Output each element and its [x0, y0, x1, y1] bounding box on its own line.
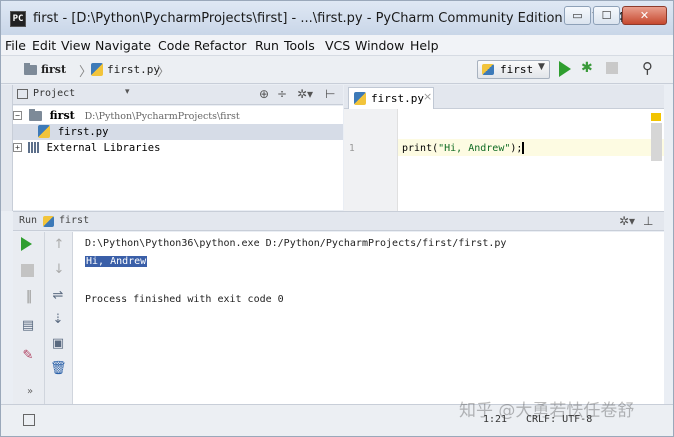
tab-label: first.py — [371, 92, 424, 105]
code-string: "Hi, Andrew" — [438, 143, 511, 154]
run-toolbar-primary: ‖ ▤ ✎ » — [13, 232, 45, 404]
minimize-button[interactable]: ▭ — [564, 6, 591, 25]
run-icon[interactable] — [559, 61, 571, 77]
hide-panel-icon[interactable]: ⊢ — [325, 87, 335, 101]
run-configuration-label: first — [500, 63, 534, 76]
menu-vcs[interactable]: VCS — [325, 38, 350, 53]
console-exit-message: Process finished with exit code 0 — [85, 294, 284, 305]
collapse-icon[interactable]: ÷ — [277, 87, 287, 101]
pycharm-app-icon: PC — [10, 11, 26, 27]
editor-tab-bar: first.py × — [344, 85, 664, 109]
project-tree: − first D:\Python\PycharmProjects\first … — [13, 106, 343, 210]
python-file-icon — [38, 125, 50, 138]
project-panel-header: Project ▾ ⊕ ÷ ✲▾ ⊢ — [13, 85, 343, 105]
code-prefix: print( — [402, 143, 439, 154]
line-number-gutter: 1 — [344, 109, 398, 211]
menu-code[interactable]: Code — [158, 38, 190, 53]
python-config-icon — [43, 216, 54, 227]
python-file-icon — [354, 92, 366, 105]
gear-icon[interactable]: ✲▾ — [619, 214, 635, 228]
print-icon[interactable]: ▣ — [50, 336, 66, 352]
close-tab-icon[interactable]: × — [423, 90, 432, 103]
code-text: print("Hi, Andrew"); — [402, 142, 525, 154]
hide-panel-icon[interactable]: ⊥ — [643, 214, 653, 228]
current-code-line[interactable]: print("Hi, Andrew"); — [398, 139, 664, 156]
tree-item-external-libraries[interactable]: + External Libraries — [13, 140, 160, 156]
arrow-down-icon[interactable]: ↓ — [51, 262, 67, 278]
watermark: 知乎 @大勇若怯任卷舒 — [459, 401, 635, 421]
dump-threads-icon[interactable]: ▤ — [20, 318, 36, 334]
scroll-to-end-icon[interactable]: ⇣ — [50, 312, 66, 328]
code-editor[interactable]: 1 print("Hi, Andrew"); — [344, 109, 664, 211]
run-panel-header: Run first ✲▾ ⊥ — [13, 211, 664, 231]
breadcrumb-project[interactable]: first — [41, 63, 66, 76]
tab-first-py[interactable]: first.py × — [348, 87, 434, 109]
menu-file[interactable]: File — [5, 38, 26, 53]
project-root-name: first — [49, 109, 75, 122]
run-configuration-select[interactable]: first ▼ — [477, 60, 550, 79]
external-libraries-label: External Libraries — [46, 142, 161, 154]
console-command-line: D:\Python\Python36\python.exe D:/Python/… — [85, 238, 507, 249]
title-bar: PC first - [D:\Python\PycharmProjects\fi… — [1, 1, 673, 35]
menu-help[interactable]: Help — [410, 38, 439, 53]
close-button[interactable]: ✕ — [622, 6, 667, 25]
breadcrumb-chevron-icon: 〉 — [157, 65, 171, 80]
editor-scrollbar[interactable] — [651, 123, 662, 161]
project-view-icon — [17, 89, 28, 99]
python-file-icon — [91, 63, 103, 76]
menu-tools[interactable]: Tools — [284, 38, 315, 53]
run-console[interactable]: D:\Python\Python36\python.exe D:/Python/… — [73, 232, 664, 404]
tree-file-name: first.py — [57, 126, 109, 138]
run-panel-title: Run — [19, 215, 38, 226]
tree-item-first-py[interactable]: first.py — [13, 124, 343, 140]
line-number: 1 — [349, 143, 355, 154]
folder-icon — [28, 108, 42, 121]
tool-windows-icon[interactable] — [23, 414, 35, 426]
pin-icon[interactable]: ✎ — [20, 348, 36, 364]
warning-marker-icon[interactable] — [651, 113, 661, 121]
trash-icon[interactable]: 🗑 — [50, 361, 67, 377]
gear-icon[interactable]: ✲▾ — [297, 87, 313, 101]
code-suffix: ); — [510, 143, 523, 154]
tree-item-project-root[interactable]: − first D:\Python\PycharmProjects\first — [13, 108, 240, 124]
more-icon[interactable]: » — [22, 384, 38, 400]
run-config-name[interactable]: first — [59, 215, 89, 226]
left-tool-strip — [1, 85, 13, 211]
text-caret — [522, 142, 525, 154]
console-output-selected: Hi, Andrew — [85, 256, 148, 267]
menu-navigate[interactable]: Navigate — [95, 38, 151, 53]
navigation-toolbar: first 〉 first.py 〉 first ▼ ✱ ⚲ — [1, 56, 673, 84]
rerun-icon[interactable] — [21, 237, 32, 251]
pause-icon[interactable]: ‖ — [21, 289, 37, 305]
menu-edit[interactable]: Edit — [32, 38, 56, 53]
chevron-down-icon: ▼ — [538, 62, 545, 72]
stop-icon[interactable] — [606, 62, 618, 74]
sync-icon[interactable]: ⊕ — [259, 87, 269, 101]
chevron-down-icon[interactable]: ▾ — [125, 87, 130, 97]
soft-wrap-icon[interactable]: ⇌ — [50, 288, 66, 304]
python-config-icon — [482, 64, 494, 75]
menu-run[interactable]: Run — [255, 38, 279, 53]
pycharm-window: PC first - [D:\Python\PycharmProjects\fi… — [0, 0, 674, 437]
project-root-path: D:\Python\PycharmProjects\first — [84, 111, 240, 122]
arrow-up-icon[interactable]: ↑ — [51, 237, 67, 253]
run-toolbar-secondary: ↑ ↓ ⇌ ⇣ ▣ 🗑 — [45, 232, 73, 404]
project-panel-title[interactable]: Project — [33, 88, 75, 99]
menu-bar: File Edit View Navigate Code Refactor Ru… — [1, 35, 673, 56]
expand-toggle-icon[interactable]: + — [13, 143, 22, 152]
folder-icon — [24, 63, 37, 75]
search-icon[interactable]: ⚲ — [642, 59, 653, 77]
window-title: first - [D:\Python\PycharmProjects\first… — [33, 11, 625, 26]
stop-icon[interactable] — [21, 264, 34, 277]
menu-view[interactable]: View — [61, 38, 91, 53]
library-icon — [27, 142, 40, 153]
breadcrumb-file[interactable]: first.py — [107, 63, 160, 76]
menu-window[interactable]: Window — [355, 38, 404, 53]
debug-icon[interactable]: ✱ — [581, 60, 595, 77]
menu-refactor[interactable]: Refactor — [194, 38, 246, 53]
collapse-toggle-icon[interactable]: − — [13, 111, 22, 120]
maximize-button[interactable]: ☐ — [593, 6, 620, 25]
